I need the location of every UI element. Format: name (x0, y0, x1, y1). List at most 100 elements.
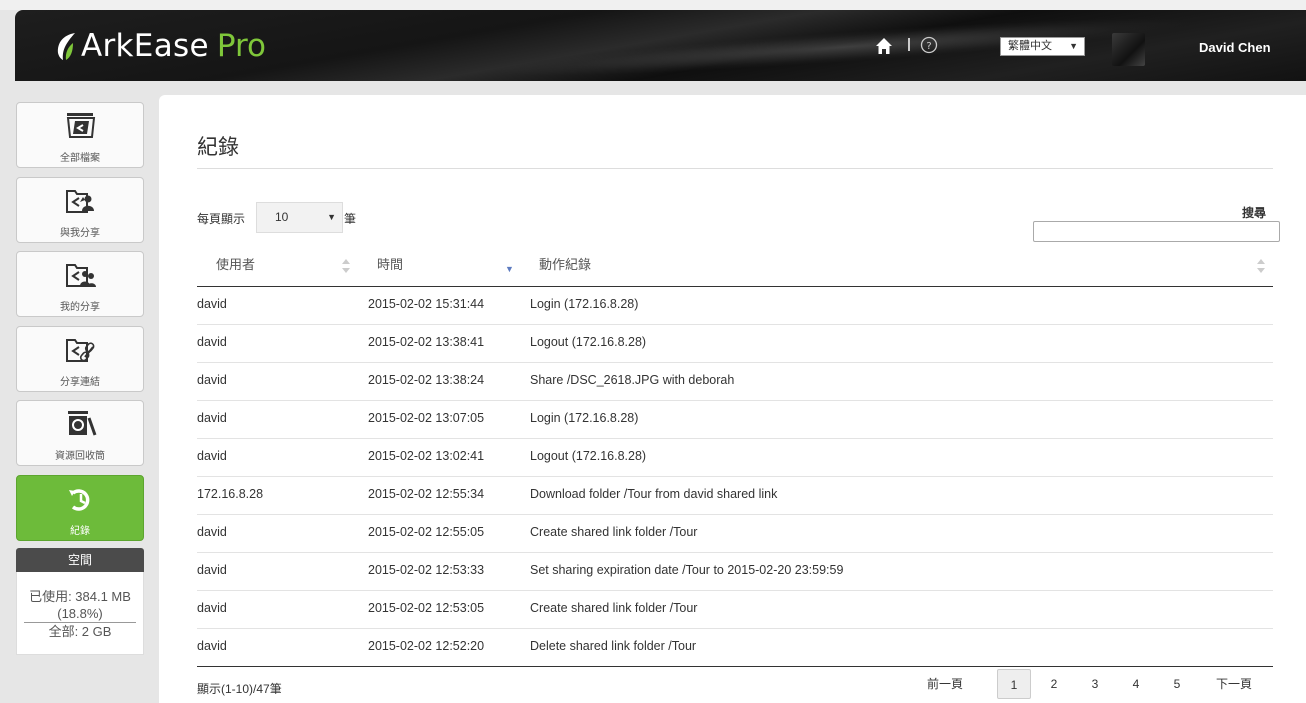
cell-time: 2015-02-02 13:02:41 (368, 449, 485, 463)
top-strip (0, 0, 1306, 10)
logo-leaf-icon (57, 33, 75, 60)
cell-user: david (197, 297, 227, 311)
language-value: 繁體中文 (1008, 40, 1052, 52)
cell-time: 2015-02-02 12:53:33 (368, 563, 485, 577)
sidebar-item-my-shares[interactable]: 我的分享 (16, 251, 144, 317)
cell-user: david (197, 411, 227, 425)
avatar[interactable] (1112, 33, 1145, 66)
cell-action: Logout (172.16.8.28) (530, 449, 647, 463)
cell-time: 2015-02-02 13:38:41 (368, 335, 485, 349)
sidebar-item-label: 資源回收筒 (55, 451, 105, 462)
pagination-page-2[interactable]: 2 (1043, 669, 1065, 699)
chevron-down-icon: ▼ (327, 212, 336, 222)
cell-time: 2015-02-02 15:31:44 (368, 297, 485, 311)
table-row: david 2015-02-02 12:52:20 Delete shared … (197, 629, 1273, 667)
share-link-icon (66, 339, 95, 362)
column-header-action[interactable]: 動作紀錄 (539, 253, 591, 287)
search-input[interactable] (1033, 221, 1280, 242)
app-header: ArkEase Pro ? 繁體中文 ▼ David Chen ▼ (15, 10, 1306, 81)
sidebar-item-shared-with-me[interactable]: 與我分享 (16, 177, 144, 243)
per-page-unit: 筆 (344, 212, 357, 226)
table-header: 使用者 時間 ▼ 動作紀錄 (197, 253, 1273, 287)
cell-time: 2015-02-02 12:55:34 (368, 487, 485, 501)
language-select[interactable]: 繁體中文 ▼ (1000, 37, 1085, 56)
cell-user: david (197, 373, 227, 387)
cell-time: 2015-02-02 12:53:05 (368, 601, 485, 615)
cell-action: Download folder /Tour from david shared … (530, 487, 778, 501)
cell-user: david (197, 449, 227, 463)
table-row: david 2015-02-02 12:53:05 Create shared … (197, 591, 1273, 629)
pagination-page-4[interactable]: 4 (1125, 669, 1147, 699)
cell-action: Login (172.16.8.28) (530, 411, 639, 425)
cell-action: Create shared link folder /Tour (530, 601, 698, 615)
home-icon[interactable] (875, 37, 893, 55)
table-row: david 2015-02-02 13:38:41 Logout (172.16… (197, 325, 1273, 363)
cell-action: Delete shared link folder /Tour (530, 639, 697, 653)
search-label: 搜尋 (1242, 206, 1267, 220)
cell-user: 172.16.8.28 (197, 487, 264, 501)
cell-user: david (197, 563, 227, 577)
per-page-value: 10 (275, 210, 289, 224)
storage-used-percent: (18.8%) (57, 606, 103, 621)
app-suffix: Pro (216, 28, 266, 64)
table-row: david 2015-02-02 12:53:33 Set sharing ex… (197, 553, 1273, 591)
cell-action: Create shared link folder /Tour (530, 525, 698, 539)
sidebar-item-recycle-bin[interactable]: 資源回收筒 (16, 400, 144, 466)
cell-time: 2015-02-02 13:07:05 (368, 411, 485, 425)
storage-panel: 已使用: 384.1 MB (18.8%) 全部: 2 GB (16, 572, 144, 655)
sidebar-item-label: 與我分享 (60, 228, 100, 239)
column-header-label: 時間 (377, 257, 404, 272)
sidebar-item-all-files[interactable]: 全部檔案 (16, 102, 144, 168)
storage-total: 全部: 2 GB (48, 624, 112, 639)
cell-user: david (197, 639, 227, 653)
cell-user: david (197, 335, 227, 349)
help-icon[interactable]: ? (920, 36, 938, 54)
table-row: 172.16.8.28 2015-02-02 12:55:34 Download… (197, 477, 1273, 515)
cell-action: Set sharing expiration date /Tour to 201… (530, 563, 844, 577)
table-row: david 2015-02-02 13:02:41 Logout (172.16… (197, 439, 1273, 477)
cell-user: david (197, 525, 227, 539)
pagination-prev[interactable]: 前一頁 (925, 669, 965, 699)
sidebar-item-label: 分享連結 (60, 377, 100, 388)
pagination-page-1[interactable]: 1 (997, 669, 1031, 699)
sidebar-item-history[interactable]: 紀錄 (16, 475, 144, 541)
sidebar-item-share-links[interactable]: 分享連結 (16, 326, 144, 392)
cell-time: 2015-02-02 12:55:05 (368, 525, 485, 539)
column-header-time[interactable]: 時間 (377, 253, 403, 287)
folder-icon (66, 113, 96, 138)
table-row: david 2015-02-02 12:55:05 Create shared … (197, 515, 1273, 553)
main-panel: 紀錄 每頁顯示 10 ▼ 筆 搜尋 使用者 時間 ▼ 動作紀錄 david 20… (159, 95, 1306, 703)
app-logo[interactable]: ArkEase Pro (55, 28, 266, 64)
sort-icon[interactable] (342, 259, 350, 273)
recycle-bin-icon (68, 411, 97, 436)
table-row: david 2015-02-02 15:31:44 Login (172.16.… (197, 287, 1273, 325)
pagination-next[interactable]: 下一頁 (1209, 669, 1259, 699)
cell-action: Logout (172.16.8.28) (530, 335, 647, 349)
app-name: ArkEase (81, 28, 209, 64)
page-title: 紀錄 (197, 136, 239, 159)
history-icon (69, 489, 90, 511)
pagination-page-3[interactable]: 3 (1084, 669, 1106, 699)
per-page-select[interactable]: 10 ▼ (256, 202, 343, 233)
sidebar-item-label: 全部檔案 (60, 153, 100, 164)
table-row: david 2015-02-02 13:38:24 Share /DSC_261… (197, 363, 1273, 401)
shared-with-me-icon (66, 190, 94, 213)
sidebar-item-label: 紀錄 (70, 526, 90, 537)
column-header-label: 動作紀錄 (539, 257, 592, 272)
svg-text:?: ? (926, 41, 931, 52)
header-separator (908, 38, 910, 51)
log-table-body: david 2015-02-02 15:31:44 Login (172.16.… (197, 287, 1273, 667)
table-row: david 2015-02-02 13:07:05 Login (172.16.… (197, 401, 1273, 439)
pagination-page-5[interactable]: 5 (1166, 669, 1188, 699)
column-header-label: 使用者 (216, 257, 256, 272)
cell-action: Login (172.16.8.28) (530, 297, 639, 311)
sort-desc-icon[interactable]: ▼ (505, 264, 514, 274)
user-name[interactable]: David Chen (1199, 40, 1271, 55)
my-shares-icon (66, 264, 96, 287)
column-header-user[interactable]: 使用者 (216, 253, 255, 287)
cell-user: david (197, 601, 227, 615)
per-page-label: 每頁顯示 (197, 212, 246, 226)
storage-used: 已使用: 384.1 MB (29, 589, 131, 604)
cell-time: 2015-02-02 12:52:20 (368, 639, 485, 653)
sort-icon[interactable] (1257, 259, 1265, 273)
